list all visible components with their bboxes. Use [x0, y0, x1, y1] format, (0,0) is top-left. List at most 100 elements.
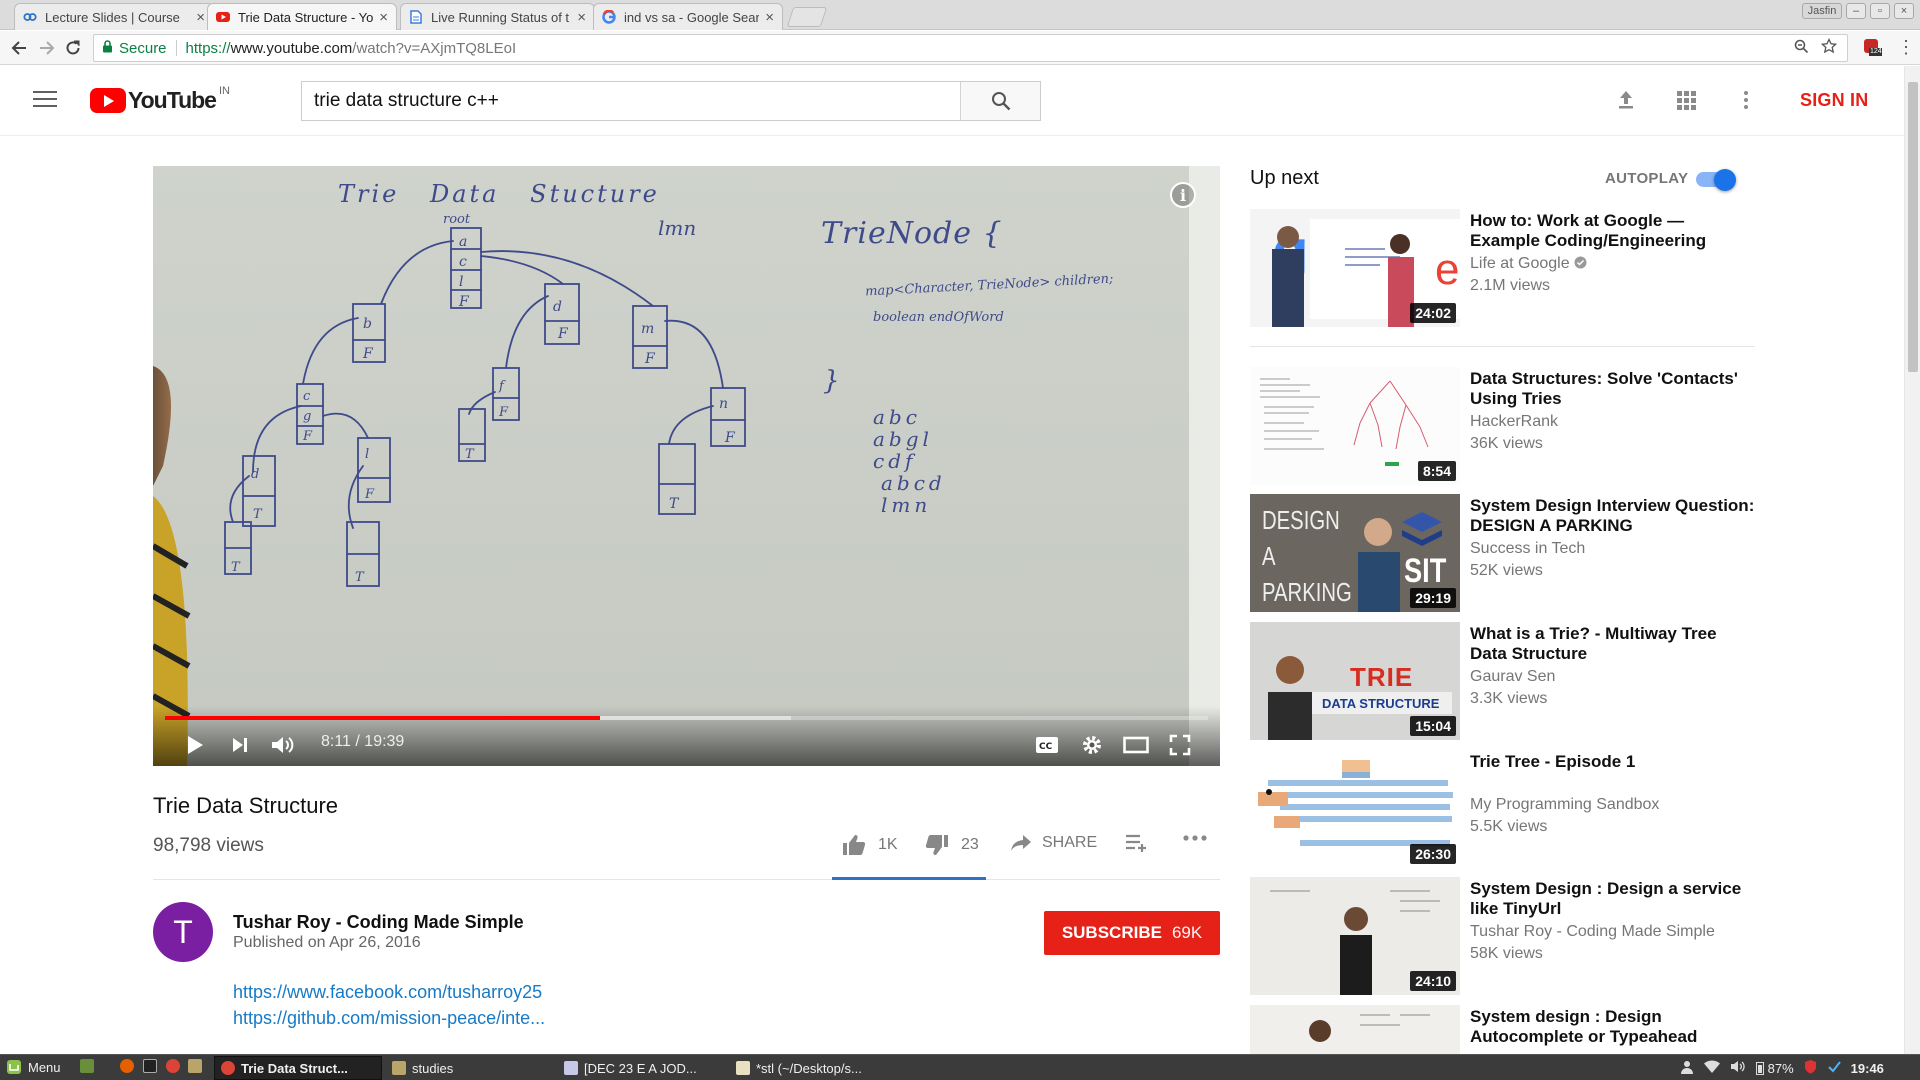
search-input[interactable] — [302, 82, 960, 120]
forward-icon[interactable] — [38, 39, 56, 62]
scrollbar-thumb[interactable] — [1908, 82, 1918, 372]
add-to-playlist-button[interactable] — [1125, 834, 1149, 852]
video-title[interactable]: Data Structures: Solve 'Contacts' Using … — [1470, 369, 1755, 409]
video-title[interactable]: How to: Work at Google — Example Coding/… — [1470, 211, 1755, 251]
recommended-video[interactable]: TRIE DATA STRUCTURE 15:04 What is a Trie… — [1250, 622, 1760, 740]
start-menu-button[interactable]: Menu — [6, 1059, 61, 1075]
video-thumbnail[interactable]: 24:10 — [1250, 877, 1460, 995]
terminal-icon[interactable] — [143, 1059, 163, 1073]
svg-text:n: n — [719, 396, 728, 412]
dislike-button[interactable]: 23 — [925, 834, 979, 856]
browser-menu-icon[interactable]: ⋮ — [1897, 38, 1915, 56]
video-title[interactable]: Trie Tree - Episode 1 — [1470, 752, 1755, 772]
close-window-icon[interactable]: × — [1894, 3, 1914, 19]
like-count: 1K — [878, 836, 898, 853]
search-button[interactable] — [960, 82, 1040, 120]
captions-icon[interactable]: CC — [1033, 732, 1061, 758]
tab-lecture-slides[interactable]: Lecture Slides | Course × — [14, 3, 214, 30]
autoplay-toggle[interactable] — [1696, 169, 1740, 191]
volume-icon[interactable] — [1730, 1060, 1746, 1076]
video-title[interactable]: System design : Design Autocomplete or T… — [1470, 1007, 1755, 1047]
lock-icon — [102, 40, 113, 56]
taskbar-window-document[interactable]: [DEC 23 E A JOD... — [558, 1056, 726, 1080]
sentiment-bar — [832, 877, 986, 880]
video-thumbnail[interactable]: g e 24:02 — [1250, 209, 1460, 327]
tab-close-icon[interactable]: × — [196, 9, 205, 26]
hamburger-menu-icon[interactable] — [33, 91, 57, 109]
svg-text:b: b — [363, 316, 372, 332]
address-bar[interactable]: Secure https://www.youtube.com/watch?v=A… — [93, 34, 1848, 62]
recommended-video[interactable]: System design : Design Autocomplete or T… — [1250, 1005, 1760, 1054]
chrome-icon[interactable] — [166, 1059, 186, 1073]
firefox-icon[interactable] — [120, 1059, 140, 1073]
shield-icon[interactable] — [1804, 1059, 1817, 1077]
taskbar-window-studies[interactable]: studies — [386, 1056, 554, 1080]
user-icon[interactable] — [1680, 1060, 1694, 1077]
page-scrollbar[interactable] — [1904, 66, 1920, 1054]
next-icon[interactable] — [226, 732, 254, 758]
description-link-github[interactable]: https://github.com/mission-peace/inte... — [233, 1008, 545, 1029]
play-icon[interactable] — [181, 732, 209, 758]
channel-name[interactable]: Tushar Roy - Coding Made Simple — [233, 912, 524, 933]
chrome-icon — [221, 1061, 235, 1075]
apps-grid-icon[interactable] — [1674, 88, 1700, 114]
tab-trie-youtube[interactable]: Trie Data Structure - Yo × — [207, 3, 397, 30]
show-desktop-icon[interactable] — [80, 1059, 100, 1073]
tab-google-search[interactable]: ind vs sa - Google Searc × — [593, 3, 783, 30]
video-views: 3.3K views — [1470, 690, 1548, 707]
maximize-icon[interactable]: ▫ — [1870, 3, 1890, 19]
battery-indicator[interactable]: 87% — [1756, 1061, 1794, 1076]
video-thumbnail[interactable]: DESIGN A PARKING LOT SIT 29:19 — [1250, 494, 1460, 612]
bookmark-star-icon[interactable] — [1820, 37, 1838, 58]
youtube-logo[interactable]: YouTube IN — [90, 85, 230, 114]
taskbar-window-chrome[interactable]: Trie Data Struct... — [214, 1056, 382, 1080]
volume-icon[interactable] — [269, 732, 297, 758]
zoom-icon[interactable] — [1794, 39, 1809, 58]
video-channel: Tushar Roy - Coding Made Simple — [1470, 923, 1715, 940]
video-title[interactable]: System Design Interview Question: DESIGN… — [1470, 496, 1755, 536]
tab-close-icon[interactable]: × — [577, 9, 586, 26]
recommendation-divider — [1250, 346, 1755, 347]
profile-button[interactable]: Jasfin — [1802, 3, 1842, 19]
more-actions-button[interactable] — [1182, 834, 1208, 842]
more-vertical-icon[interactable] — [1734, 88, 1760, 114]
settings-gear-icon[interactable] — [1078, 732, 1106, 758]
video-title[interactable]: What is a Trie? - Multiway Tree Data Str… — [1470, 624, 1755, 664]
video-player[interactable]: aclF bF dF mF cgF fF nF dT lF T T T T Tr… — [153, 166, 1220, 766]
reload-icon[interactable] — [64, 39, 82, 62]
video-thumbnail[interactable]: TRIE DATA STRUCTURE 15:04 — [1250, 622, 1460, 740]
progress-bar[interactable] — [165, 716, 1208, 720]
sign-in-button[interactable]: SIGN IN — [1800, 90, 1868, 111]
time-display: 8:11 / 19:39 — [321, 733, 405, 750]
tab-close-icon[interactable]: × — [379, 9, 388, 26]
taskbar-window-editor[interactable]: *stl (~/Desktop/s... — [730, 1056, 898, 1080]
fullscreen-icon[interactable] — [1166, 732, 1194, 758]
minimize-icon[interactable]: – — [1846, 3, 1866, 19]
like-button[interactable]: 1K — [842, 834, 898, 856]
tab-live-running-status[interactable]: Live Running Status of t × — [400, 3, 595, 30]
recommended-video[interactable]: 26:30 Trie Tree - Episode 1 My Programmi… — [1250, 750, 1760, 868]
video-thumbnail[interactable] — [1250, 1005, 1460, 1054]
video-thumbnail[interactable]: 8:54 — [1250, 367, 1460, 485]
files-icon[interactable] — [188, 1059, 208, 1073]
back-icon[interactable] — [10, 39, 28, 62]
share-button[interactable]: SHARE — [1010, 834, 1097, 852]
description-link-facebook[interactable]: https://www.facebook.com/tusharroy25 — [233, 982, 542, 1003]
video-title[interactable]: System Design : Design a service like Ti… — [1470, 879, 1755, 919]
upload-icon[interactable] — [1614, 88, 1640, 114]
extension-icon[interactable]: 124 — [1862, 37, 1882, 57]
recommended-video[interactable]: g e 24:02 How to: Work at Google — Examp… — [1250, 209, 1760, 327]
recommended-video[interactable]: 8:54 Data Structures: Solve 'Contacts' U… — [1250, 367, 1760, 485]
recommended-video[interactable]: 24:10 System Design : Design a service l… — [1250, 877, 1760, 995]
wifi-icon[interactable] — [1704, 1060, 1720, 1076]
channel-avatar[interactable]: T — [153, 902, 213, 962]
recommended-video[interactable]: DESIGN A PARKING LOT SIT 29:19 System De… — [1250, 494, 1760, 612]
video-thumbnail[interactable]: 26:30 — [1250, 750, 1460, 868]
theater-mode-icon[interactable] — [1122, 732, 1150, 758]
subscribe-button[interactable]: SUBSCRIBE 69K — [1044, 911, 1220, 955]
tab-close-icon[interactable]: × — [765, 9, 774, 26]
subscribe-label: SUBSCRIBE — [1061, 923, 1162, 942]
network-status-icon[interactable] — [1827, 1060, 1841, 1077]
info-icon[interactable]: i — [1170, 182, 1196, 208]
new-tab-button[interactable] — [786, 7, 828, 27]
